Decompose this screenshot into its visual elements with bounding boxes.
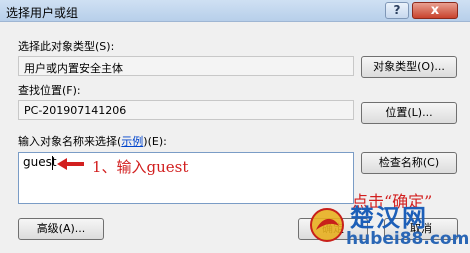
text-caret [52,156,53,170]
red-arrow-icon [57,158,84,170]
annotation-step1: 1、输入guest [92,158,189,176]
watermark-logo-icon [310,208,344,242]
watermark-brand: 楚汉网 [350,203,428,232]
object-names-label: 输入对象名称来选择(示例)(E): [18,135,167,148]
check-names-button[interactable]: 检查名称(C) [361,152,457,174]
help-button[interactable]: ? [385,2,409,19]
location-field: PC-201907141206 [18,100,354,120]
object-types-button[interactable]: 对象类型(O)... [361,56,457,78]
advanced-button[interactable]: 高级(A)... [18,218,104,240]
locations-button[interactable]: 位置(L)... [361,102,457,124]
close-button[interactable]: x [412,2,458,19]
watermark-url: hubei88.com [346,229,470,249]
window-title: 选择用户或组 [6,6,79,20]
location-label: 查找位置(F): [18,84,81,97]
examples-link[interactable]: 示例 [121,135,143,148]
watermark: 楚汉网 hubei88.com [302,196,470,253]
title-bar: 选择用户或组 ? x [0,0,470,22]
object-type-label: 选择此对象类型(S): [18,40,115,53]
object-type-field: 用户或内置安全主体 [18,56,354,76]
